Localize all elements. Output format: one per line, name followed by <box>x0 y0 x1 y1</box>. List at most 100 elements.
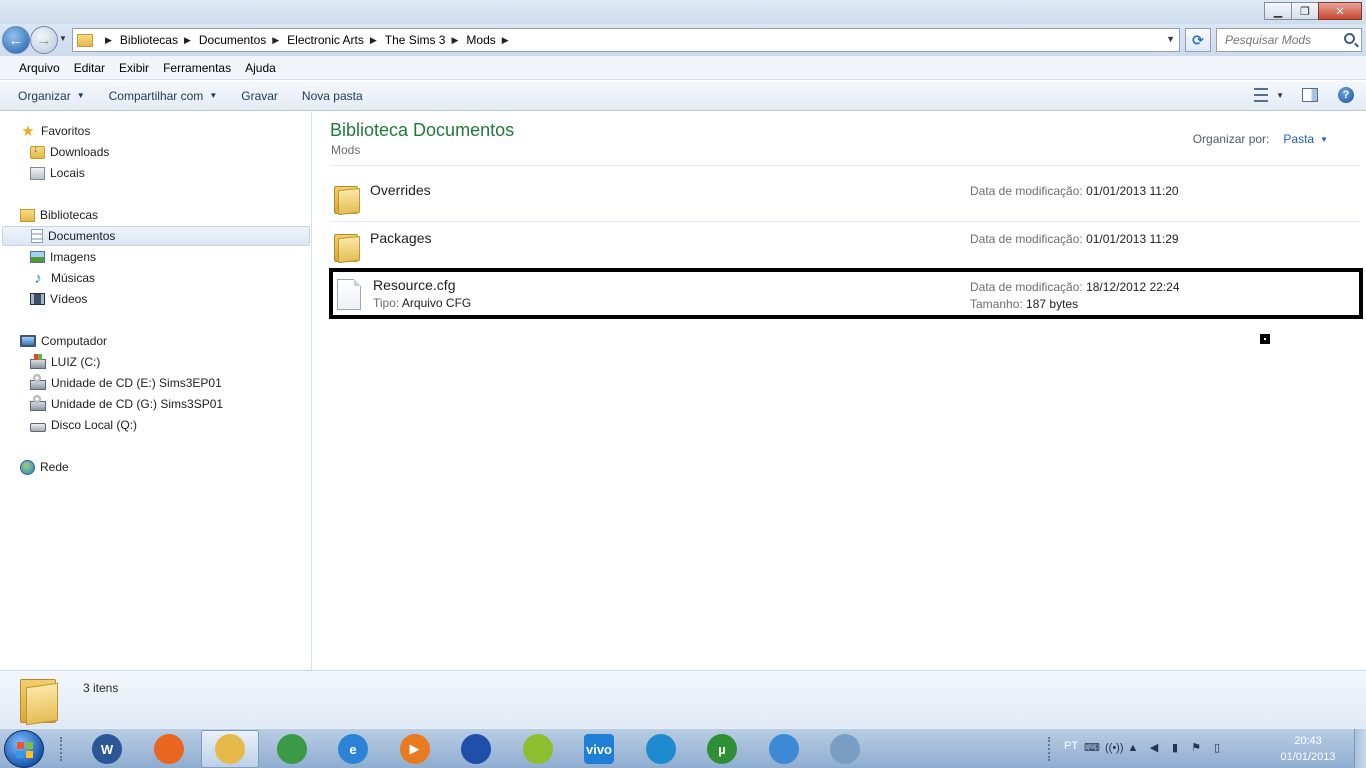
utorrent-icon: µ <box>707 734 737 764</box>
clock[interactable]: 20:43 01/01/2013 <box>1278 733 1338 765</box>
breadcrumb-bibliotecas[interactable]: Bibliotecas ▶ <box>120 33 199 47</box>
breadcrumb-electronic-arts[interactable]: Electronic Arts ▶ <box>287 33 385 47</box>
wireless-icon[interactable]: ((•)) <box>1105 741 1124 755</box>
maximize-button[interactable]: ❐ <box>1291 2 1319 20</box>
arrange-by-dropdown[interactable]: Pasta ▼ <box>1283 132 1328 146</box>
sidebar-item-downloads[interactable]: Downloads <box>30 142 109 162</box>
help-icon[interactable]: ? <box>1338 87 1354 103</box>
chevron-down-icon: ▼ <box>1320 134 1328 144</box>
share-button[interactable]: Compartilhar com ▼ <box>101 89 226 103</box>
new-folder-button[interactable]: Nova pasta <box>294 89 371 103</box>
menu-arquivo[interactable]: Arquivo <box>12 61 67 75</box>
chevron-right-icon[interactable]: ▶ <box>184 35 191 46</box>
forward-button[interactable]: → <box>30 26 58 54</box>
sidebar-item-drive-g[interactable]: Unidade de CD (G:) Sims3SP01 <box>30 394 223 414</box>
file-row-resource-cfg[interactable]: Resource.cfg Tipo: Arquivo CFG Data de m… <box>329 268 1363 319</box>
breadcrumb-mods[interactable]: Mods ▶ <box>466 33 516 47</box>
address-history-dropdown[interactable]: ▼ <box>1166 34 1175 44</box>
address-bar[interactable]: ▶ Bibliotecas ▶ Documentos ▶ Electronic Ar… <box>72 28 1180 52</box>
chevron-right-icon[interactable]: ▶ <box>272 35 279 46</box>
taskbar-sims-launcher-button[interactable] <box>632 730 690 768</box>
file-size: 187 bytes <box>1026 297 1079 311</box>
menu-ferramentas[interactable]: Ferramentas <box>156 61 238 75</box>
clock-date: 01/01/2013 <box>1280 751 1336 763</box>
preview-pane-icon[interactable] <box>1302 88 1318 102</box>
word-icon: W <box>92 734 122 764</box>
file-type: Arquivo CFG <box>401 296 472 310</box>
breadcrumb-the-sims-3[interactable]: The Sims 3 ▶ <box>385 33 467 47</box>
taskbar-firefox-button[interactable] <box>140 730 198 768</box>
videos-icon <box>30 293 45 305</box>
taskbar-sims-3-button[interactable] <box>509 730 567 768</box>
file-name: Packages <box>370 230 432 246</box>
sidebar-item-drive-e[interactable]: Unidade de CD (E:) Sims3EP01 <box>30 373 222 393</box>
keyboard-icon[interactable]: ⌨ <box>1084 741 1100 755</box>
sidebar-item-documentos[interactable]: Documentos <box>2 226 310 246</box>
taskbar-word-button[interactable]: W <box>78 730 136 768</box>
close-button[interactable]: ✕ <box>1318 2 1362 20</box>
computer-icon <box>20 335 36 347</box>
search-icon[interactable] <box>1344 33 1355 44</box>
power-icon[interactable]: ▯ <box>1210 741 1224 755</box>
taskbar-media-player-button[interactable]: ▶ <box>386 730 444 768</box>
chevron-right-icon[interactable]: ▶ <box>502 35 509 46</box>
page-title: Biblioteca Documentos <box>330 120 515 140</box>
taskbar-chrome-button[interactable] <box>263 730 321 768</box>
sidebar-item-musicas[interactable]: ♪ Músicas <box>30 268 95 288</box>
minimize-button[interactable]: ▁ <box>1264 2 1292 20</box>
sidebar-item-drive-q[interactable]: Disco Local (Q:) <box>30 415 137 435</box>
taskbar-explorer-button[interactable] <box>201 730 259 768</box>
chrome-icon <box>276 734 307 764</box>
menu-ajuda[interactable]: Ajuda <box>238 61 283 75</box>
signal-icon[interactable]: ▮ <box>1168 741 1182 755</box>
clock-time: 20:43 <box>1294 735 1322 747</box>
menu-exibir[interactable]: Exibir <box>112 61 156 75</box>
chevron-right-icon[interactable]: ▶ <box>105 35 112 46</box>
show-desktop-button[interactable] <box>1354 729 1366 768</box>
taskbar: We ▶ vivo µ PT ⌨ ((•)) ▲ ◀ ▮ ⚑ ▯ 20:43 01/0… <box>0 728 1366 768</box>
sidebar-item-locais[interactable]: Locais <box>30 163 85 183</box>
start-button[interactable] <box>4 730 44 768</box>
chevron-up-icon[interactable]: ▲ <box>1126 741 1140 755</box>
file-row-packages[interactable]: Packages Data de modificação: 01/01/2013… <box>330 220 1360 268</box>
search-input[interactable] <box>1217 29 1337 51</box>
sidebar-computer[interactable]: Computador <box>20 331 107 351</box>
taskbar-sims-globe-button[interactable] <box>447 730 505 768</box>
breadcrumb-documentos[interactable]: Documentos ▶ <box>199 33 287 47</box>
refresh-button[interactable]: ⟳ <box>1185 28 1211 52</box>
recent-pages-dropdown[interactable]: ▼ <box>59 34 67 43</box>
command-bar: Organizar ▼ Compartilhar com ▼ Gravar Nova… <box>0 81 1366 111</box>
navigation-pane: ★Favoritos Downloads Locais Bibliotecas … <box>0 112 312 670</box>
sidebar-libraries[interactable]: Bibliotecas <box>20 205 98 225</box>
file-row-overrides[interactable]: Overrides Data de modificação: 01/01/201… <box>330 172 1360 220</box>
organize-button[interactable]: Organizar ▼ <box>10 89 93 103</box>
hard-drive-icon <box>30 422 46 432</box>
menu-editar[interactable]: Editar <box>67 61 112 75</box>
back-button[interactable]: ← <box>2 26 30 54</box>
taskbar-paint-button[interactable] <box>816 730 874 768</box>
flag-icon[interactable]: ⚑ <box>1189 741 1203 755</box>
language-indicator[interactable]: PT <box>1064 740 1078 752</box>
sidebar-item-imagens[interactable]: Imagens <box>30 247 96 267</box>
chevron-right-icon[interactable]: ▶ <box>370 35 377 46</box>
taskbar-internet-explorer-button[interactable]: e <box>324 730 382 768</box>
sidebar-item-videos[interactable]: Vídeos <box>30 289 87 309</box>
volume-icon[interactable]: ◀ <box>1147 741 1161 755</box>
firefox-icon <box>153 734 184 764</box>
vivo-icon: vivo <box>584 734 614 764</box>
change-view-icon[interactable] <box>1254 88 1269 102</box>
system-tray: PT ⌨ ((•)) ▲ ◀ ▮ ⚑ ▯ 20:43 01/01/2013 <box>1040 729 1366 768</box>
view-options-dropdown[interactable]: ▼ <box>1276 91 1284 100</box>
taskbar-utorrent-button[interactable]: µ <box>693 730 751 768</box>
sidebar-item-drive-c[interactable]: LUIZ (C:) <box>30 352 100 372</box>
sidebar-network[interactable]: Rede <box>20 457 69 477</box>
folder-icon <box>77 33 93 47</box>
sidebar-favorites[interactable]: ★ Favoritos <box>20 121 90 141</box>
burn-button[interactable]: Gravar <box>233 89 286 103</box>
modified-date: 01/01/2013 11:29 <box>1086 232 1179 246</box>
taskbar-vivo-button[interactable]: vivo <box>570 730 628 768</box>
chevron-down-icon: ▼ <box>76 91 85 100</box>
search-box[interactable] <box>1216 28 1362 52</box>
taskbar-messenger-button[interactable] <box>755 730 813 768</box>
chevron-right-icon[interactable]: ▶ <box>451 35 458 46</box>
